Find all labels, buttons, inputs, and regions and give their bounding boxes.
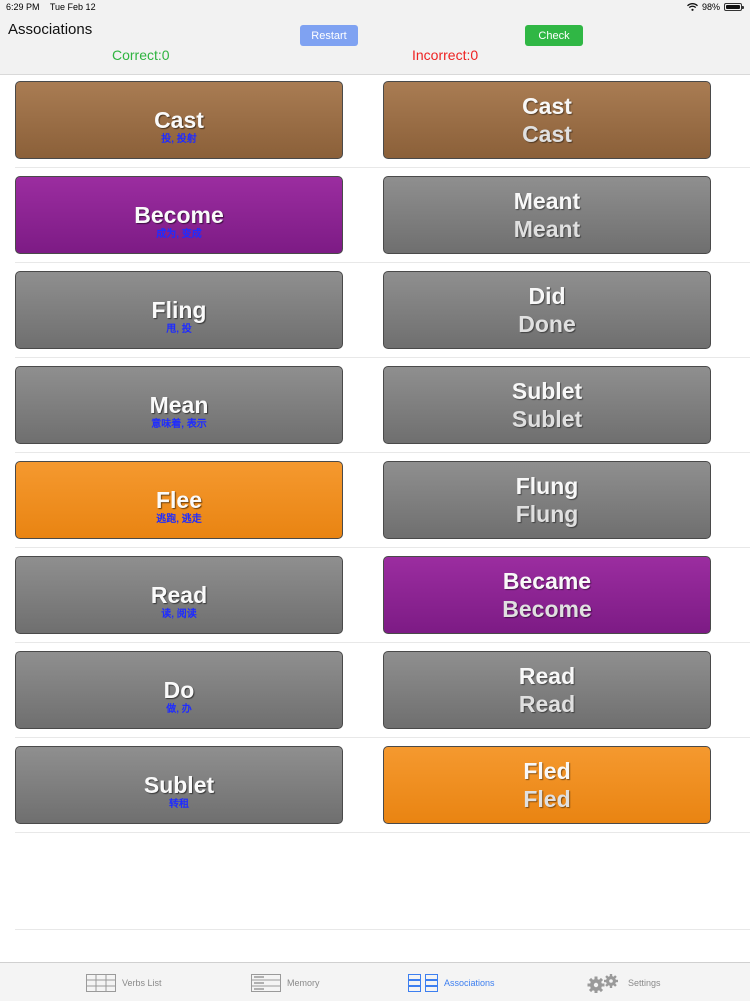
meaning-text: 成为, 变成 (156, 228, 202, 240)
row-divider (15, 929, 750, 930)
forms-card-7[interactable]: Fled Fled (383, 746, 711, 824)
forms-card-2[interactable]: Did Done (383, 271, 711, 349)
status-left: 6:29 PM Tue Feb 12 (6, 2, 104, 12)
base-form-text: Mean (149, 391, 209, 418)
list-icon (86, 974, 116, 992)
row-divider (15, 547, 750, 548)
verb-card-1[interactable]: Become 成为, 变成 (15, 176, 343, 254)
verb-card-2[interactable]: Fling 甩, 投 (15, 271, 343, 349)
row-divider (15, 262, 750, 263)
past-participle-text: Flung (515, 501, 579, 527)
tab-associations[interactable]: Associations (408, 972, 495, 994)
tab-label: Associations (444, 978, 495, 988)
base-form-text: Cast (154, 106, 204, 133)
status-date: Tue Feb 12 (49, 2, 96, 12)
past-simple-text: Did (528, 283, 566, 309)
past-simple-text: Fled (523, 758, 571, 784)
forms-card-1[interactable]: Meant Meant (383, 176, 711, 254)
forms-card-5[interactable]: Became Become (383, 556, 711, 634)
meaning-text: 投, 投射 (161, 133, 197, 145)
base-form-text: Sublet (143, 771, 215, 798)
past-simple-text: Flung (515, 473, 579, 499)
meaning-text: 转租 (169, 798, 189, 810)
past-simple-text: Read (518, 663, 576, 689)
forms-card-3[interactable]: Sublet Sublet (383, 366, 711, 444)
past-participle-text: Done (518, 311, 576, 337)
meaning-text: 逃跑, 逃走 (156, 513, 202, 525)
battery-icon (724, 3, 744, 11)
meaning-text: 意味着, 表示 (151, 418, 207, 430)
associations-icon (408, 974, 438, 992)
row-divider (15, 832, 750, 833)
tab-memory[interactable]: Memory (251, 972, 320, 994)
row-divider (15, 642, 750, 643)
tab-bar: Verbs List Memory Associations Settings (0, 962, 750, 1001)
row-divider (15, 357, 750, 358)
tab-settings[interactable]: Settings (586, 972, 661, 994)
past-participle-text: Read (518, 691, 576, 717)
page-title: Associations (8, 21, 93, 38)
verb-card-0[interactable]: Cast 投, 投射 (15, 81, 343, 159)
forms-card-4[interactable]: Flung Flung (383, 461, 711, 539)
past-participle-text: Sublet (511, 406, 583, 432)
status-time: 6:29 PM (6, 2, 40, 12)
restart-button[interactable]: Restart (300, 25, 358, 46)
row-divider (15, 167, 750, 168)
gears-icon (587, 974, 618, 993)
past-participle-text: Fled (523, 786, 571, 812)
base-form-text: Become (134, 201, 224, 228)
verb-card-4[interactable]: Flee 逃跑, 逃走 (15, 461, 343, 539)
tab-verbs-list[interactable]: Verbs List (86, 972, 162, 994)
base-form-text: Read (150, 581, 208, 608)
meaning-text: 读, 阅读 (161, 608, 197, 620)
wifi-icon (687, 3, 698, 11)
header: Associations Restart Check Correct:0 Inc… (0, 14, 750, 75)
check-button[interactable]: Check (525, 25, 583, 46)
past-simple-text: Sublet (511, 378, 583, 404)
meaning-text: 甩, 投 (166, 323, 192, 335)
past-participle-text: Meant (513, 216, 581, 242)
base-form-text: Fling (151, 296, 207, 323)
meaning-text: 做, 办 (166, 703, 192, 715)
past-simple-text: Became (502, 568, 592, 594)
past-participle-text: Cast (522, 121, 572, 147)
verb-card-7[interactable]: Sublet 转租 (15, 746, 343, 824)
past-simple-text: Cast (522, 93, 572, 119)
base-form-text: Do (163, 676, 195, 703)
base-form-text: Flee (155, 486, 203, 513)
status-right: 98% (687, 2, 744, 12)
memory-icon (251, 974, 281, 992)
forms-card-0[interactable]: Cast Cast (383, 81, 711, 159)
past-simple-text: Meant (513, 188, 581, 214)
tab-label: Verbs List (122, 978, 162, 988)
forms-card-6[interactable]: Read Read (383, 651, 711, 729)
tab-label: Settings (628, 978, 661, 988)
verb-card-6[interactable]: Do 做, 办 (15, 651, 343, 729)
correct-score: Correct:0 (112, 47, 170, 63)
verb-card-3[interactable]: Mean 意味着, 表示 (15, 366, 343, 444)
incorrect-score: Incorrect:0 (412, 47, 479, 63)
tab-label: Memory (287, 978, 320, 988)
verb-card-5[interactable]: Read 读, 阅读 (15, 556, 343, 634)
row-divider (15, 452, 750, 453)
status-bar: 6:29 PM Tue Feb 12 98% (0, 0, 750, 14)
row-divider (15, 737, 750, 738)
battery-fill (726, 5, 740, 9)
battery-percent: 98% (701, 2, 720, 12)
past-participle-text: Become (502, 596, 592, 622)
